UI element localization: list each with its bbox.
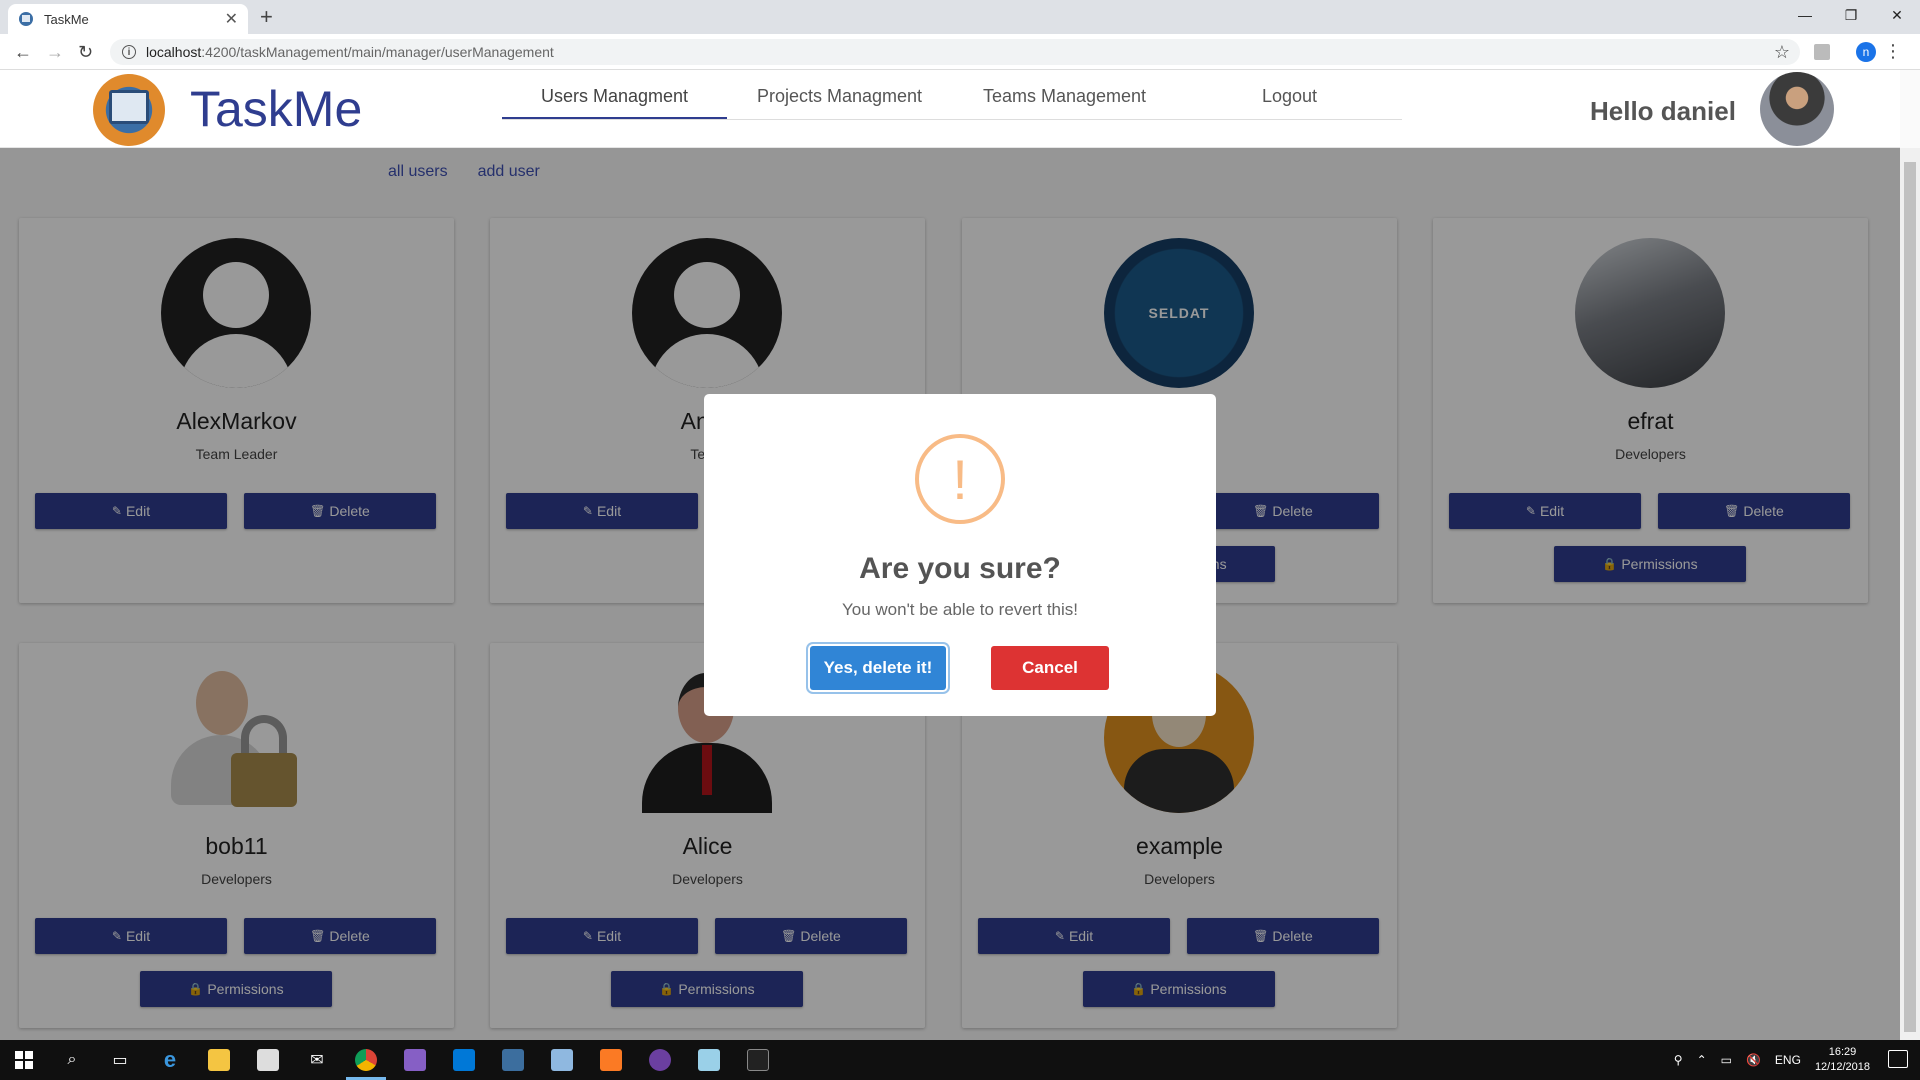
language-indicator[interactable]: ENG	[1775, 1053, 1801, 1067]
site-info-icon[interactable]: i	[122, 45, 136, 59]
vscode-icon[interactable]	[452, 1048, 476, 1072]
windows-taskbar: ⌕ ▭ e ✉ ⚲ ⌃ ▭ 🔇 ENG 16:29 12/12/2018	[0, 1040, 1920, 1080]
clock[interactable]: 16:29 12/12/2018	[1815, 1045, 1870, 1075]
taskme-favicon-icon	[19, 12, 33, 26]
app-logo-text[interactable]: TaskMe	[190, 80, 362, 138]
bookmark-star-icon[interactable]: ☆	[1774, 42, 1790, 63]
address-bar: ← → ↻ i localhost:4200/taskManagement/ma…	[0, 34, 1920, 70]
clock-date: 12/12/2018	[1814, 1061, 1870, 1073]
terminal-icon[interactable]	[746, 1048, 770, 1072]
close-window-icon[interactable]: ✕	[1874, 0, 1920, 30]
scrollbar-thumb[interactable]	[1904, 162, 1916, 1032]
top-nav: Users Managment Projects Managment Teams…	[502, 70, 1402, 120]
store-icon[interactable]	[256, 1048, 280, 1072]
reload-icon[interactable]: ↻	[78, 42, 93, 63]
windows-start-icon[interactable]	[12, 1048, 36, 1072]
chrome-icon[interactable]	[354, 1048, 378, 1072]
system-tray: ⚲ ⌃ ▭ 🔇 ENG 16:29 12/12/2018	[1674, 1040, 1870, 1080]
network-icon[interactable]: ▭	[1721, 1053, 1732, 1067]
warning-icon: !	[915, 434, 1005, 524]
confirm-dialog: ! Are you sure? You won't be able to rev…	[704, 394, 1216, 716]
task-view-icon[interactable]: ▭	[108, 1048, 132, 1072]
greeting: Hello daniel	[1590, 96, 1736, 126]
edge-icon[interactable]: e	[158, 1047, 182, 1072]
new-tab-icon[interactable]: +	[260, 4, 273, 30]
restore-icon[interactable]: ❐	[1828, 0, 1874, 30]
window-controls: — ❐ ✕	[1782, 0, 1920, 30]
url-host: localhost	[146, 44, 202, 60]
close-tab-icon[interactable]: ✕	[225, 9, 238, 29]
mail-icon[interactable]: ✉	[305, 1048, 329, 1072]
browser-tabbar: TaskMe ✕ + — ❐ ✕	[0, 0, 1920, 34]
visual-studio-icon[interactable]	[403, 1048, 427, 1072]
url-input[interactable]: i localhost:4200/taskManagement/main/man…	[110, 39, 1800, 65]
people-icon[interactable]: ⚲	[1674, 1053, 1683, 1067]
profile-icon[interactable]: n	[1856, 42, 1876, 62]
sql-server-icon[interactable]	[501, 1048, 525, 1072]
tab-title: TaskMe	[44, 11, 89, 27]
page-scrollbar[interactable]	[1900, 148, 1920, 1040]
app-header: TaskMe Users Managment Projects Managmen…	[0, 70, 1900, 148]
nav-logout[interactable]: Logout	[1177, 70, 1402, 119]
extension-icon[interactable]	[1814, 44, 1830, 60]
nav-projects-management[interactable]: Projects Managment	[727, 70, 952, 119]
notification-center-icon[interactable]	[1888, 1050, 1908, 1068]
clock-time: 16:29	[1828, 1046, 1857, 1058]
app-logo[interactable]	[93, 74, 165, 146]
forward-icon[interactable]: →	[46, 42, 64, 63]
virtualbox-icon[interactable]	[550, 1048, 574, 1072]
nav-users-management[interactable]: Users Managment	[502, 70, 727, 119]
paint-icon[interactable]	[697, 1048, 721, 1072]
file-explorer-icon[interactable]	[207, 1048, 231, 1072]
confirm-delete-button[interactable]: Yes, delete it!	[810, 646, 946, 690]
menu-kebab-icon[interactable]: ⋮	[1884, 41, 1902, 62]
search-icon[interactable]: ⌕	[60, 1048, 84, 1072]
browser-tab[interactable]: TaskMe ✕	[8, 4, 248, 34]
tray-chevron-up-icon[interactable]: ⌃	[1697, 1053, 1707, 1067]
dialog-title: Are you sure?	[859, 552, 1061, 585]
back-icon[interactable]: ←	[14, 42, 32, 63]
xampp-icon[interactable]	[599, 1048, 623, 1072]
minimize-icon[interactable]: —	[1782, 0, 1828, 30]
dialog-text: You won't be able to revert this!	[841, 600, 1079, 619]
user-avatar[interactable]	[1760, 72, 1834, 146]
volume-muted-icon[interactable]: 🔇	[1746, 1053, 1761, 1067]
cancel-button[interactable]: Cancel	[991, 646, 1109, 690]
nav-teams-management[interactable]: Teams Management	[952, 70, 1177, 119]
app-purple-icon[interactable]	[648, 1048, 672, 1072]
url-path: :4200/taskManagement/main/manager/userMa…	[201, 44, 554, 60]
